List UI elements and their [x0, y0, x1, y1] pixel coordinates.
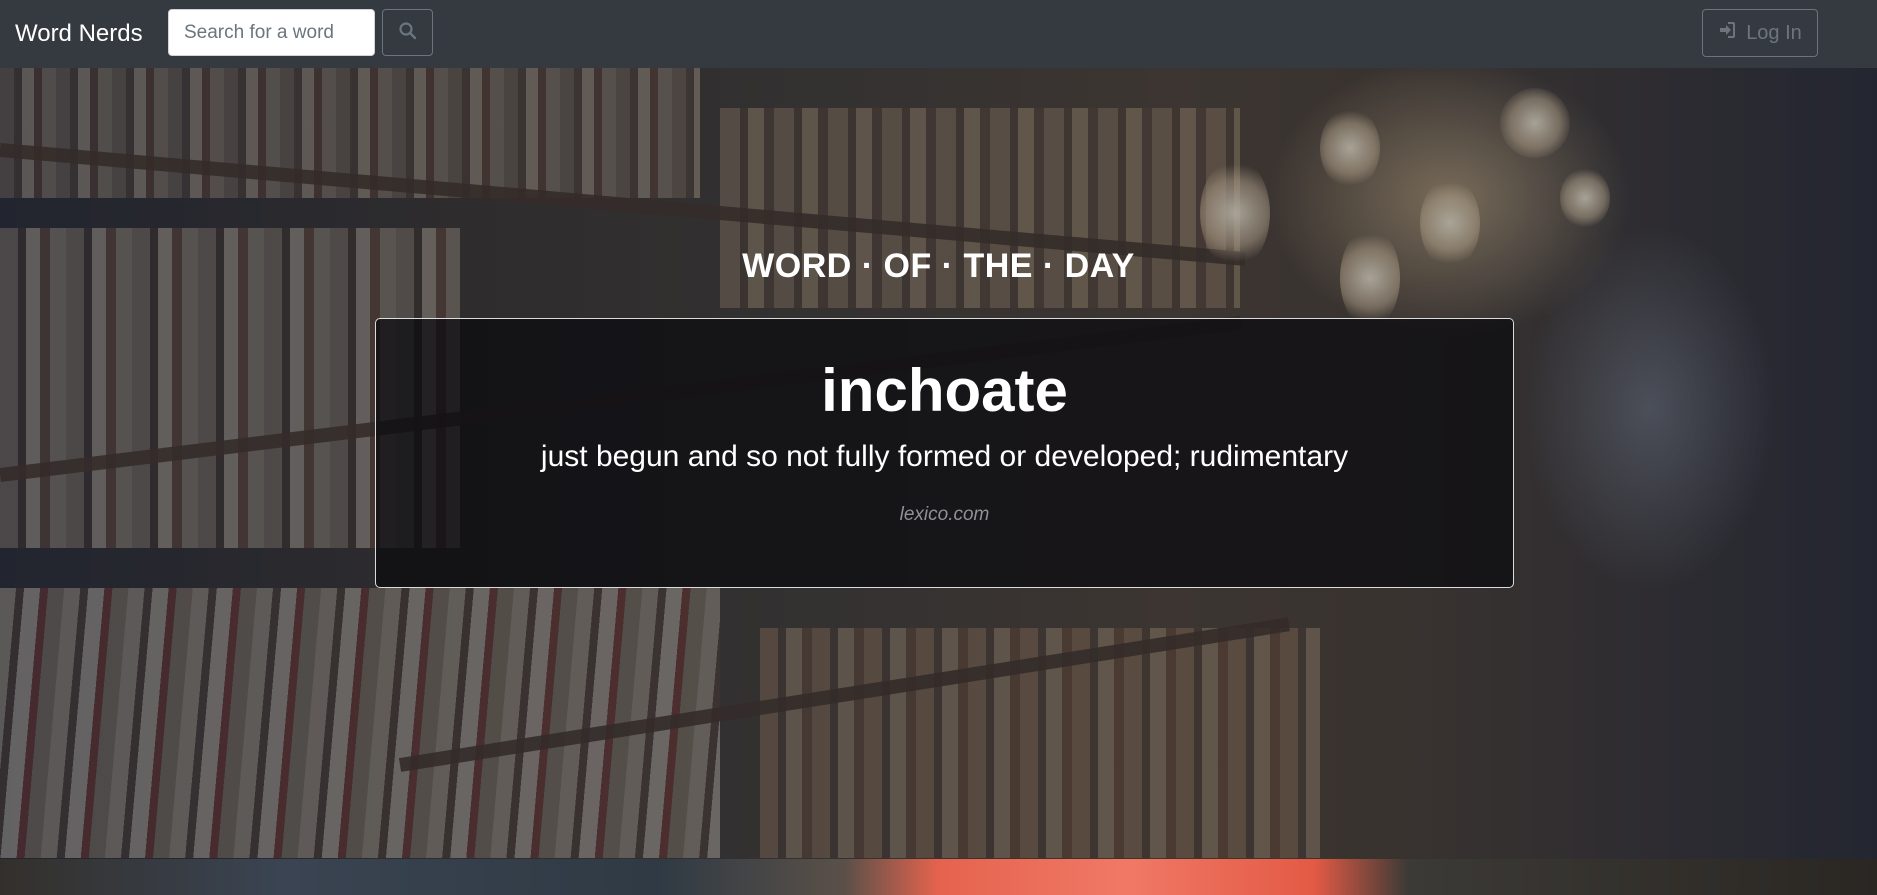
- login-label: Log In: [1746, 21, 1802, 44]
- sign-in-icon: [1718, 21, 1736, 45]
- word-card: inchoate just begun and so not fully for…: [375, 318, 1514, 588]
- search-input[interactable]: [168, 9, 375, 56]
- login-button[interactable]: Log In: [1702, 9, 1818, 57]
- search-button[interactable]: [382, 9, 433, 56]
- word-definition: just begun and so not fully formed or de…: [540, 440, 1349, 473]
- navbar: Word Nerds Log In: [0, 0, 1877, 68]
- hero-library-background: WORD · OF · THE · DAY inchoate just begu…: [0, 68, 1877, 859]
- word-of-the-day-heading: WORD · OF · THE · DAY: [742, 247, 1135, 285]
- next-section-preview: [0, 859, 1877, 895]
- search-icon: [398, 21, 418, 44]
- featured-word[interactable]: inchoate: [376, 356, 1513, 426]
- definition-source: lexico.com: [899, 504, 990, 525]
- brand-logo[interactable]: Word Nerds: [15, 19, 143, 49]
